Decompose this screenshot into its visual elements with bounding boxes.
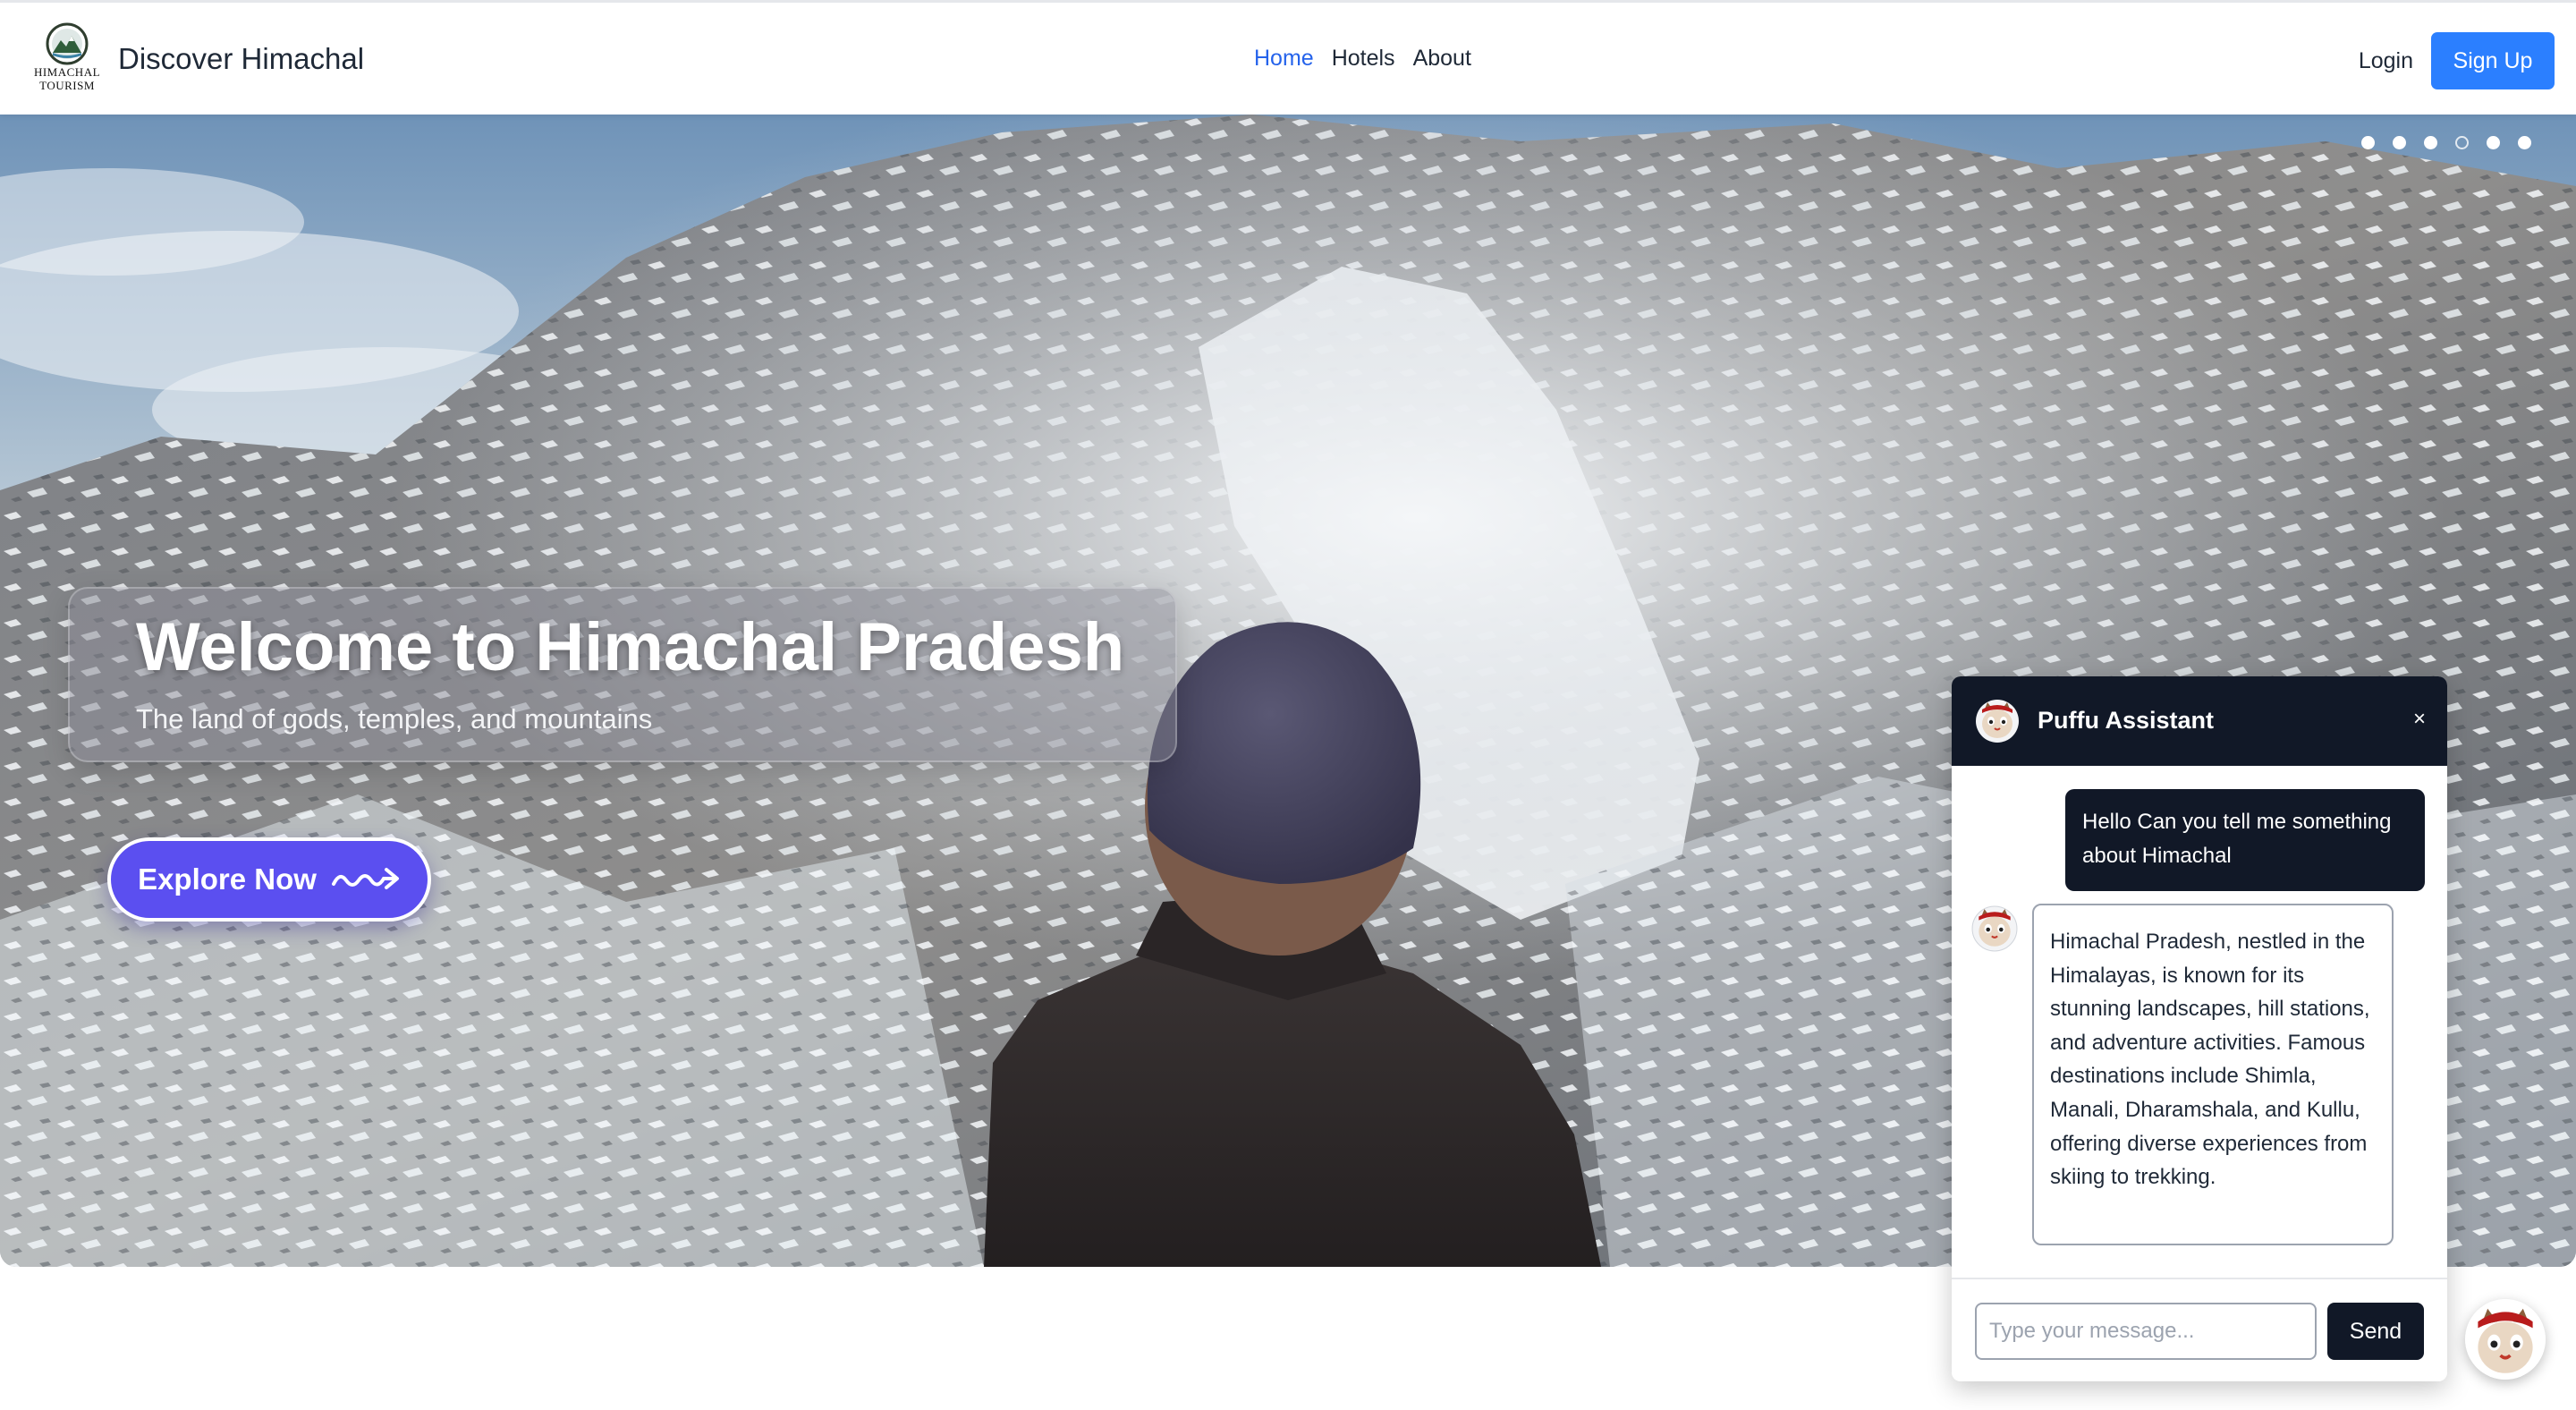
nav-link-home[interactable]: Home	[1254, 46, 1314, 72]
explore-now-label: Explore Now	[138, 862, 317, 896]
bot-message-bubble: Himachal Pradesh, nestled in the Himalay…	[2032, 904, 2394, 1245]
carousel-dot-current[interactable]	[2455, 136, 2469, 149]
himachal-tourism-logo[interactable]: HIMACHAL TOURISM	[30, 22, 104, 96]
logo-text: HIMACHAL TOURISM	[30, 65, 104, 92]
carousel-dot[interactable]	[2518, 136, 2531, 149]
signup-button[interactable]: Sign Up	[2431, 32, 2555, 89]
carousel-indicators	[2361, 136, 2531, 149]
navbar: HIMACHAL TOURISM Discover Himachal Home …	[0, 0, 2576, 115]
chat-launcher-button[interactable]	[2465, 1299, 2546, 1380]
user-message-bubble: Hello Can you tell me something about Hi…	[2065, 789, 2425, 891]
hero-caption-card: Welcome to Himachal Pradesh The land of …	[68, 587, 1177, 762]
chat-close-button[interactable]: ×	[2413, 707, 2426, 732]
carousel-dot[interactable]	[2393, 136, 2406, 149]
chat-title: Puffu Assistant	[2038, 707, 2215, 734]
send-button[interactable]: Send	[2327, 1303, 2424, 1360]
chat-messages: Hello Can you tell me something about Hi…	[1952, 766, 2447, 1287]
logo-text-line: TOURISM	[39, 79, 95, 92]
chat-message-input[interactable]	[1975, 1303, 2317, 1360]
login-link[interactable]: Login	[2359, 48, 2413, 74]
mountain-emblem-icon	[46, 22, 89, 65]
puffu-avatar-icon	[1976, 700, 2019, 743]
carousel-dot[interactable]	[2487, 136, 2500, 149]
brand-name[interactable]: Discover Himachal	[118, 42, 422, 76]
logo-text-line: HIMACHAL	[33, 65, 101, 79]
hero-subtitle: The land of gods, temples, and mountains	[136, 703, 653, 735]
carousel-dot[interactable]	[2361, 136, 2375, 149]
nav-link-about[interactable]: About	[1413, 46, 1471, 72]
explore-now-button[interactable]: Explore Now	[107, 837, 431, 922]
puffu-mascot-icon	[2465, 1299, 2546, 1380]
bot-avatar-icon	[1971, 905, 2018, 952]
chat-header: Puffu Assistant ×	[1952, 676, 2447, 766]
auth-actions: Login Sign Up	[2359, 32, 2555, 89]
nav-link-hotels[interactable]: Hotels	[1332, 46, 1395, 72]
brand[interactable]: HIMACHAL TOURISM Discover Himachal	[30, 22, 364, 96]
main-nav: Home Hotels About	[1254, 46, 1471, 72]
chat-input-bar: Send	[1952, 1278, 2447, 1381]
carousel-dot[interactable]	[2424, 136, 2437, 149]
squiggle-arrow-icon	[331, 868, 399, 889]
hero-title: Welcome to Himachal Pradesh	[136, 609, 1125, 685]
chat-widget: Puffu Assistant × Hello Can you tell me …	[1952, 676, 2447, 1381]
